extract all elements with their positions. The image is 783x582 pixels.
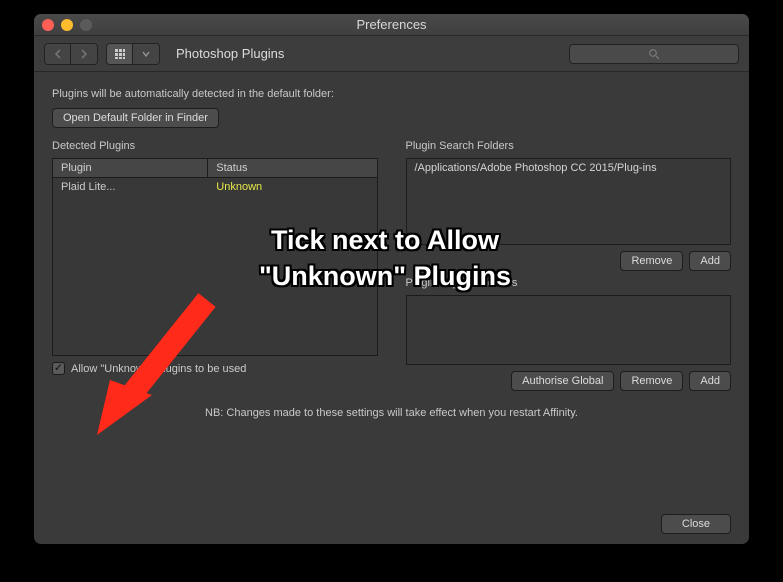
restart-notice: NB: Changes made to these settings will … [52,407,731,419]
preferences-window: Preferences Photoshop Plugins [34,14,749,544]
breadcrumb: Photoshop Plugins [176,46,284,61]
open-default-folder-button[interactable]: Open Default Folder in Finder [52,108,219,128]
remove-search-folder-button[interactable]: Remove [620,251,683,271]
window-controls [42,19,92,31]
maximize-window-icon [80,19,92,31]
nav-group [44,43,98,65]
plugin-search-folders-label: Plugin Search Folders [406,140,732,152]
close-button[interactable]: Close [661,514,731,534]
view-group [106,43,160,65]
search-icon [648,48,660,60]
plugin-status-cell: Unknown [208,178,376,196]
auto-detect-label: Plugins will be automatically detected i… [52,88,731,100]
window-title: Preferences [34,17,749,32]
minimize-window-icon[interactable] [61,19,73,31]
plugin-name-cell: Plaid Lite... [53,178,208,196]
add-search-folder-button[interactable]: Add [689,251,731,271]
plugin-support-folders-list[interactable] [406,295,732,365]
remove-support-folder-button[interactable]: Remove [620,371,683,391]
allow-unknown-checkbox[interactable]: ✓ [52,362,65,375]
authorise-global-button[interactable]: Authorise Global [511,371,614,391]
plugin-search-folders-list[interactable]: /Applications/Adobe Photoshop CC 2015/Pl… [406,158,732,245]
column-header-plugin[interactable]: Plugin [53,159,208,177]
back-button[interactable] [45,44,71,64]
detected-plugins-table[interactable]: Plugin Status Plaid Lite... Unknown [52,158,378,356]
search-input[interactable] [569,44,739,64]
list-item[interactable]: /Applications/Adobe Photoshop CC 2015/Pl… [407,159,731,177]
close-window-icon[interactable] [42,19,54,31]
grid-view-icon[interactable] [107,44,133,64]
add-support-folder-button[interactable]: Add [689,371,731,391]
toolbar: Photoshop Plugins [34,36,749,72]
detected-plugins-label: Detected Plugins [52,140,378,152]
allow-unknown-label: Allow "Unknown" plugins to be used [71,363,246,375]
plugin-support-folders-label: Plugin Support Folders [406,277,732,289]
forward-button[interactable] [71,44,97,64]
content-area: Plugins will be automatically detected i… [34,72,749,544]
titlebar: Preferences [34,14,749,36]
column-header-status[interactable]: Status [208,159,376,177]
table-row[interactable]: Plaid Lite... Unknown [53,178,377,196]
dropdown-icon[interactable] [133,44,159,64]
